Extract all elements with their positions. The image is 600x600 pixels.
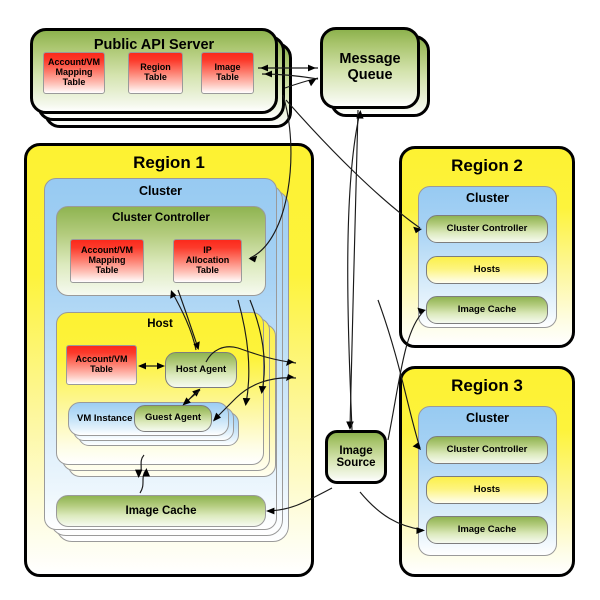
region-1-host-label: Host — [147, 318, 173, 330]
region-1-label: Region 1 — [133, 153, 205, 172]
host-table-account-vm-label: Account/VM Table — [75, 354, 128, 374]
host-agent-label: Host Agent — [175, 363, 227, 375]
region-1-cluster-controller-label: Cluster Controller — [112, 212, 210, 224]
region-2-hosts[interactable]: Hosts — [426, 256, 548, 284]
wire-region1-to-mq — [347, 111, 361, 431]
region-3-cluster-controller[interactable]: Cluster Controller — [426, 436, 548, 464]
arrowhead-mq-in-2 — [308, 78, 317, 87]
guest-agent-label: Guest Agent — [144, 412, 202, 424]
api-table-account-vm-mapping[interactable]: Account/VM Mapping Table — [43, 52, 105, 94]
message-queue-label: Message Queue — [339, 51, 401, 83]
region-2-cluster-controller[interactable]: Cluster Controller — [426, 215, 548, 243]
cc-table-account-vm-mapping-label: Account/VM Mapping Table — [80, 245, 133, 275]
region-2-cluster-label: Cluster — [465, 191, 510, 205]
region-3-label: Region 3 — [451, 376, 523, 395]
cc-table-ip-allocation-label: IP Allocation Table — [185, 245, 230, 275]
api-table-region[interactable]: Region Table — [128, 52, 183, 94]
wire-mq-to-image-source — [349, 109, 359, 429]
region-2-image-cache[interactable]: Image Cache — [426, 296, 548, 324]
image-source-node[interactable]: Image Source — [325, 430, 387, 484]
cc-table-ip-allocation[interactable]: IP Allocation Table — [173, 239, 242, 283]
region-1-cluster-label: Cluster — [138, 184, 183, 198]
api-table-region-label: Region Table — [140, 62, 171, 82]
message-queue-node[interactable]: Message Queue — [320, 27, 420, 109]
host-table-account-vm[interactable]: Account/VM Table — [66, 345, 137, 385]
region-3-cluster-label: Cluster — [465, 411, 510, 425]
api-table-account-vm-mapping-label: Account/VM Mapping Table — [47, 57, 100, 87]
region-3-cluster-controller-label: Cluster Controller — [446, 443, 528, 455]
region-2-hosts-label: Hosts — [473, 263, 501, 275]
cc-table-account-vm-mapping[interactable]: Account/VM Mapping Table — [70, 239, 144, 283]
region-2-image-cache-label: Image Cache — [457, 303, 517, 315]
arrowhead-image-source-in — [346, 421, 354, 430]
region-3-image-cache[interactable]: Image Cache — [426, 516, 548, 544]
vm-instance-label: VM Instance — [77, 412, 133, 424]
region-3-image-cache-label: Image Cache — [457, 523, 517, 535]
region-3-hosts-label: Hosts — [473, 483, 501, 495]
region-2-cluster-controller-label: Cluster Controller — [446, 222, 528, 234]
region-2-label: Region 2 — [451, 156, 523, 175]
region-1-image-cache-label: Image Cache — [125, 504, 197, 517]
region-1-image-cache[interactable]: Image Cache — [56, 495, 266, 527]
image-source-label: Image Source — [336, 444, 376, 469]
api-table-image[interactable]: Image Table — [201, 52, 254, 94]
api-table-image-label: Image Table — [214, 62, 241, 82]
arrowhead-mq-in — [308, 64, 316, 72]
host-agent-node[interactable]: Host Agent — [165, 352, 237, 388]
region-3-hosts[interactable]: Hosts — [426, 476, 548, 504]
architecture-diagram: Public API Server Account/VM Mapping Tab… — [0, 0, 600, 600]
guest-agent-node[interactable]: Guest Agent — [134, 405, 212, 432]
